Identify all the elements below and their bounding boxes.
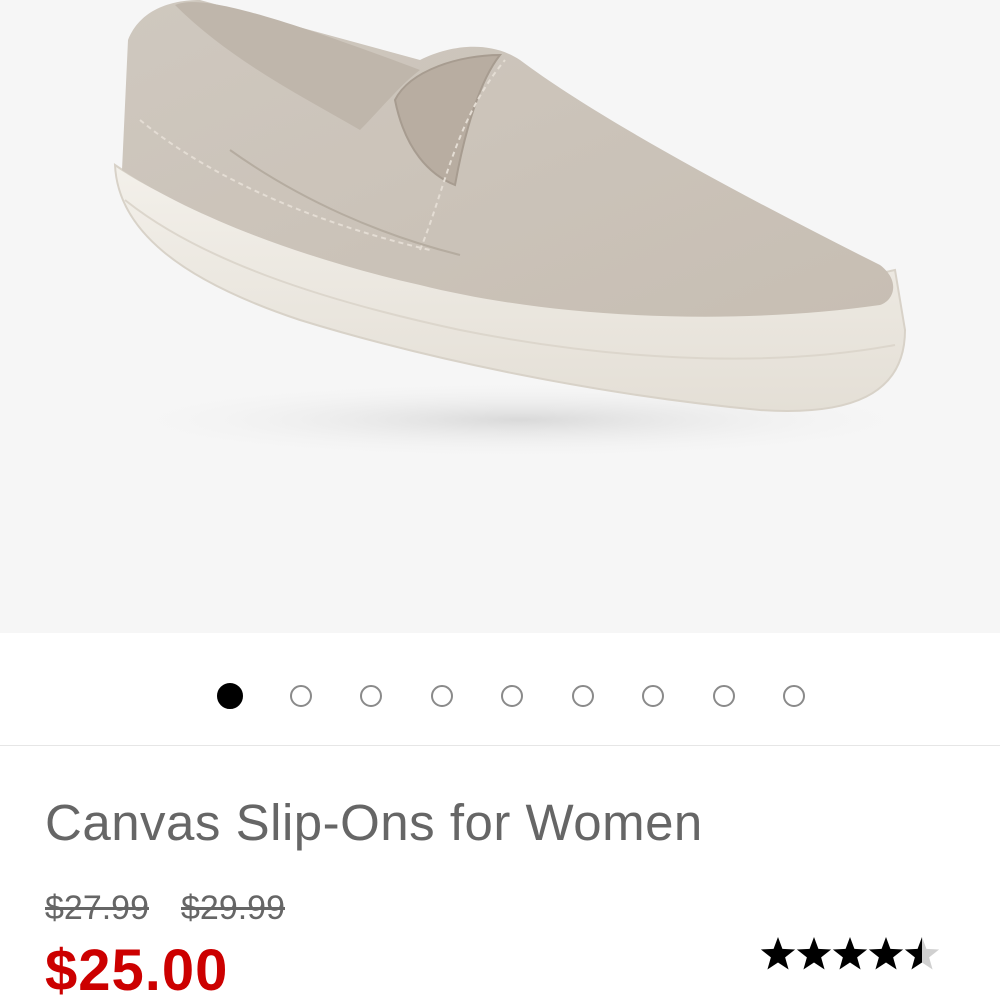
divider (0, 745, 1000, 746)
carousel-dot-5[interactable] (501, 685, 523, 707)
star-icon (832, 937, 868, 970)
carousel-dot-2[interactable] (289, 685, 312, 707)
star-half-icon (904, 937, 940, 970)
carousel-dot-7[interactable] (642, 685, 664, 707)
product-title: Canvas Slip-Ons for Women (45, 794, 703, 851)
star-icon (796, 937, 832, 970)
carousel-pagination (0, 683, 1000, 715)
product-image-carousel[interactable] (0, 0, 1000, 633)
star-icon (868, 937, 904, 970)
sale-price: $25.00 (45, 938, 229, 1003)
carousel-dot-9[interactable] (783, 685, 805, 707)
rating-stars[interactable] (760, 932, 950, 976)
carousel-dot-1[interactable] (217, 683, 243, 709)
carousel-dot-4[interactable] (430, 685, 453, 707)
star-icon (760, 937, 796, 970)
carousel-dot-3[interactable] (360, 685, 382, 707)
original-price: $27.99 (45, 889, 149, 927)
carousel-dot-8[interactable] (712, 685, 735, 707)
original-price-alt: $29.99 (181, 889, 285, 927)
carousel-dot-6[interactable] (571, 685, 594, 707)
product-image (100, 0, 940, 460)
